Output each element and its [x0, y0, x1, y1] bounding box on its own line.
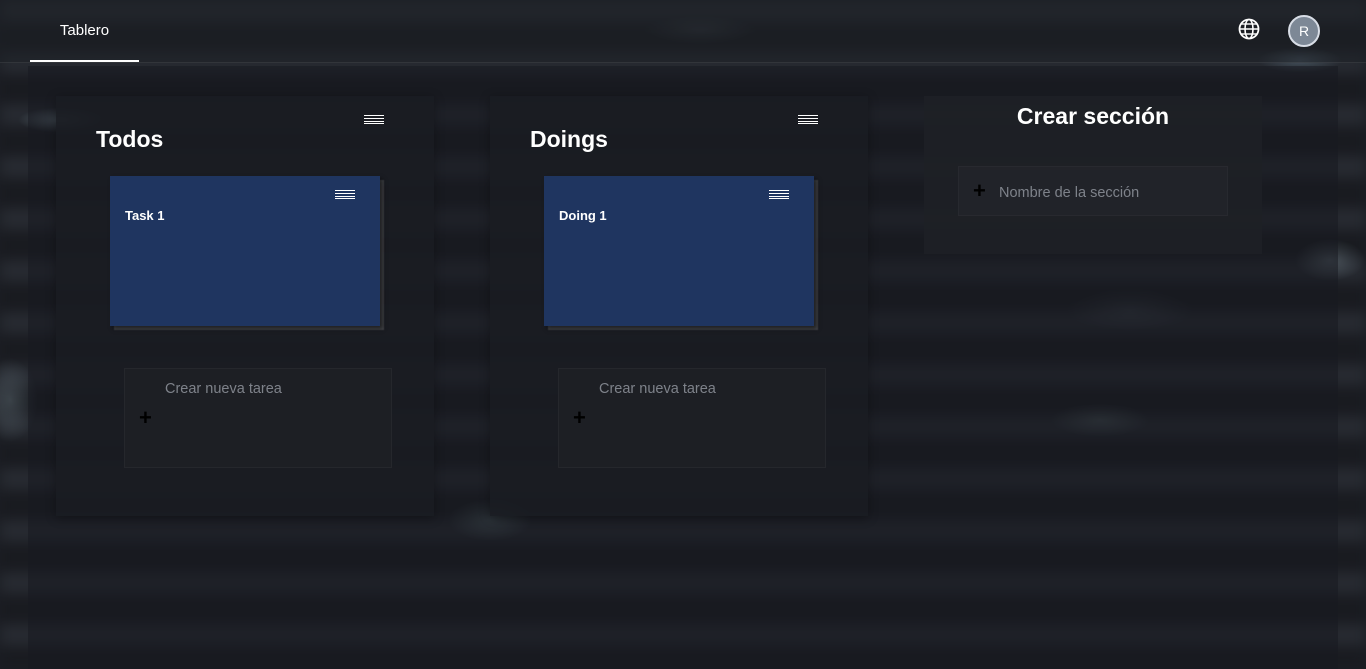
section-doings: Doings Doing 1 Crear nueva tarea +	[490, 96, 868, 516]
task-title: Task 1	[125, 208, 165, 223]
globe-icon[interactable]	[1238, 18, 1260, 40]
new-task-input[interactable]: Crear nueva tarea +	[558, 368, 826, 468]
tab-label: Tablero	[59, 21, 110, 39]
section-title: Doings	[530, 126, 608, 152]
section-name-placeholder: Nombre de la sección	[999, 185, 1140, 201]
task-menu-icon[interactable]	[335, 190, 355, 199]
task-menu-icon[interactable]	[769, 190, 789, 199]
task-title: Doing 1	[559, 208, 607, 223]
new-task-placeholder: Crear nueva tarea	[165, 381, 282, 397]
new-task-input[interactable]: Crear nueva tarea +	[124, 368, 392, 468]
tab-tablero[interactable]: Tablero	[30, 0, 139, 62]
plus-icon[interactable]: +	[573, 407, 586, 429]
create-section-title: Crear sección	[1016, 103, 1170, 129]
avatar-initial: R	[1298, 23, 1310, 39]
task-card[interactable]: Task 1	[110, 176, 380, 326]
section-name-input[interactable]: + Nombre de la sección	[958, 166, 1228, 216]
create-section-panel: Crear sección + Nombre de la sección	[924, 96, 1262, 254]
section-menu-icon[interactable]	[798, 115, 818, 124]
plus-icon[interactable]: +	[139, 407, 152, 429]
section-menu-icon[interactable]	[364, 115, 384, 124]
top-navbar: Tablero R	[0, 0, 1366, 63]
task-card[interactable]: Doing 1	[544, 176, 814, 326]
plus-icon[interactable]: +	[973, 180, 986, 202]
avatar[interactable]: R	[1288, 15, 1320, 47]
section-todos: Todos Task 1 Crear nueva tarea +	[56, 96, 434, 516]
section-title: Todos	[96, 126, 164, 152]
new-task-placeholder: Crear nueva tarea	[599, 381, 716, 397]
